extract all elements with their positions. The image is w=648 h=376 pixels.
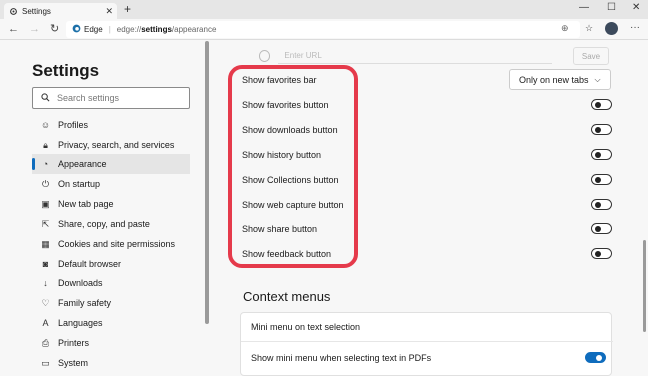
language-icon: A [42, 318, 49, 328]
profile-icon: ☺ [40, 120, 51, 130]
address-brand: Edge [84, 25, 103, 34]
sidebar-item-default-browser[interactable]: ◙ Default browser [32, 254, 190, 274]
context-menus-card: Mini menu on text selection Show mini me… [240, 312, 613, 376]
page-title: Settings [32, 61, 100, 80]
browser-icon: ◙ [42, 259, 49, 269]
sidebar-scrollbar[interactable] [205, 41, 209, 324]
downloads-button-row: Show downloads button [242, 117, 612, 142]
tab-title: Settings [22, 6, 51, 16]
web-capture-button-toggle[interactable] [591, 199, 612, 210]
sidebar-item-family-safety[interactable]: ♡ Family safety [32, 293, 190, 313]
sidebar-item-appearance[interactable]: ◔ Appearance [32, 154, 190, 174]
sidebar-item-share[interactable]: ⇱ Share, copy, and paste [32, 214, 190, 234]
back-arrow-icon[interactable]: ← [8, 23, 19, 35]
printer-icon: ⎙ [41, 337, 50, 348]
tab-close-icon[interactable]: ✕ [105, 6, 113, 17]
search-icon [41, 92, 50, 104]
url-radio-button[interactable] [259, 50, 271, 62]
sidebar-item-profiles[interactable]: ☺ Profiles [32, 115, 190, 135]
minimize-button[interactable]: — [579, 2, 589, 13]
address-separator: | [108, 25, 111, 34]
favorites-bar-value: Only on new tabs [519, 74, 589, 85]
forward-arrow-icon[interactable]: → [29, 23, 40, 35]
sidebar-item-printers[interactable]: ⎙ Printers [32, 333, 190, 353]
lock-icon: 🔒︎ [43, 139, 48, 150]
cookie-icon: ▦ [41, 238, 50, 249]
download-icon: ↓ [43, 278, 48, 288]
web-capture-button-row: Show web capture button [242, 192, 612, 217]
share-button-toggle[interactable] [591, 223, 612, 234]
content-scrollbar[interactable] [643, 240, 646, 332]
favorites-icon[interactable]: ☆ [585, 23, 593, 34]
sidebar-item-downloads[interactable]: ↓ Downloads [32, 273, 190, 293]
favorites-bar-select[interactable]: Only on new tabs ⌵ [509, 69, 611, 90]
mini-menu-row[interactable]: Mini menu on text selection [241, 313, 613, 342]
avatar[interactable] [605, 22, 618, 35]
favorites-bar-label: Show favorites bar [242, 74, 317, 85]
maximize-button[interactable]: ☐ [607, 2, 616, 13]
history-button-toggle[interactable] [591, 149, 612, 160]
history-button-row: Show history button [242, 142, 612, 167]
settings-tab[interactable]: Settings ✕ [4, 3, 117, 19]
chevron-down-icon: ⌵ [594, 74, 601, 84]
save-button[interactable]: Save [573, 47, 609, 65]
context-menus-heading: Context menus [243, 289, 331, 304]
gear-icon [8, 6, 18, 16]
sidebar-item-languages[interactable]: A Languages [32, 313, 190, 333]
feedback-button-row: Show feedback button [242, 241, 612, 266]
more-icon[interactable]: ··· [630, 22, 640, 33]
mini-menu-pdf-row: Show mini menu when selecting text in PD… [241, 343, 613, 372]
family-icon: ♡ [41, 297, 50, 308]
sidebar-item-on-startup[interactable]: ⏻ On startup [32, 174, 190, 194]
laptop-icon: ▭ [41, 357, 50, 368]
navigation-bar: ← → ↻ Edge | edge://settings/appearance … [0, 19, 648, 40]
search-input[interactable]: Search settings [32, 87, 190, 109]
appearance-icon: ◔ [42, 159, 49, 169]
new-tab-button[interactable]: + [124, 3, 131, 15]
favorites-button-toggle[interactable] [591, 99, 612, 110]
collections-button-toggle[interactable] [591, 174, 612, 185]
sidebar-item-system[interactable]: ▭ System [32, 353, 190, 373]
power-icon: ⏻ [41, 178, 50, 189]
newtab-icon: ▣ [41, 198, 50, 209]
refresh-icon[interactable]: ↻ [50, 23, 59, 35]
sidebar-item-new-tab-page[interactable]: ▣ New tab page [32, 194, 190, 214]
downloads-button-toggle[interactable] [591, 124, 612, 135]
url-input[interactable]: Enter URL [278, 48, 552, 64]
edge-logo-icon [72, 24, 81, 35]
settings-sidebar: Settings Search settings ☺ Profiles 🔒︎ Pri… [0, 41, 205, 376]
mini-menu-label: Mini menu on text selection [251, 322, 361, 332]
search-placeholder: Search settings [57, 93, 120, 103]
custom-url-row: Enter URL [259, 48, 552, 64]
sidebar-item-privacy[interactable]: 🔒︎ Privacy, search, and services [32, 135, 190, 155]
mini-menu-pdf-toggle[interactable] [585, 352, 606, 363]
collections-button-row: Show Collections button [242, 167, 612, 192]
appearance-settings-panel: Enter URL Save Show favorites bar Only o… [212, 41, 648, 376]
share-button-row: Show share button [242, 216, 612, 241]
zoom-icon[interactable]: ⊕ [561, 23, 569, 34]
title-bar: Settings ✕ + — ☐ ✕ [0, 0, 648, 19]
share-icon: ⇱ [41, 218, 50, 229]
address-bar[interactable]: Edge | edge://settings/appearance [66, 21, 580, 38]
address-url: edge://settings/appearance [116, 25, 217, 34]
sidebar-item-cookies[interactable]: ▦ Cookies and site permissions [32, 234, 190, 254]
feedback-button-toggle[interactable] [591, 248, 612, 259]
mini-menu-pdf-label: Show mini menu when selecting text in PD… [251, 352, 432, 363]
favorites-button-row: Show favorites button [242, 92, 612, 117]
close-window-button[interactable]: ✕ [632, 2, 640, 13]
